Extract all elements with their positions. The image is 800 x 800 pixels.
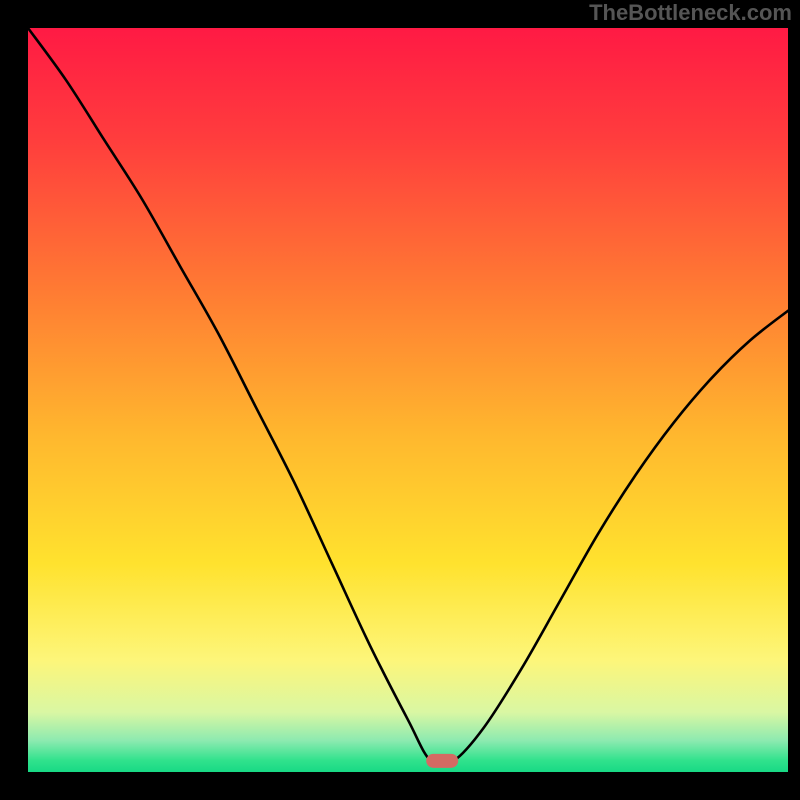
frame: { "attribution": "TheBottleneck.com", "p… [0,0,800,800]
attribution-text: TheBottleneck.com [589,0,792,26]
optimum-marker [426,754,458,768]
plot-gradient-bg [28,28,788,772]
bottleneck-plot [0,0,800,800]
